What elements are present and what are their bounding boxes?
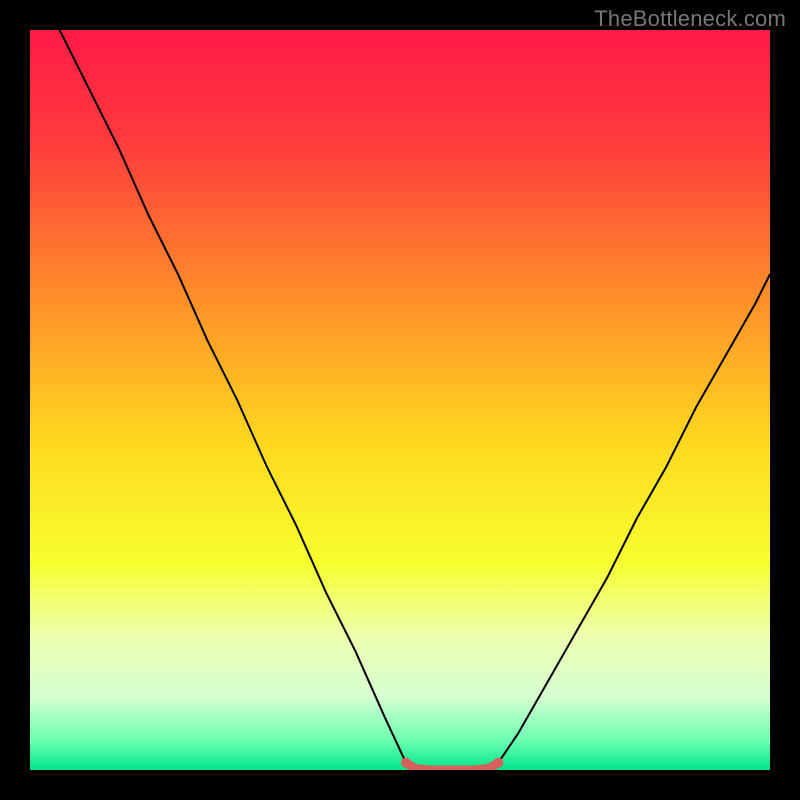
curve-right bbox=[498, 274, 770, 762]
flat-bottom-cap-left bbox=[401, 758, 411, 768]
chart-frame: TheBottleneck.com bbox=[0, 0, 800, 800]
curve-layer bbox=[30, 30, 770, 770]
watermark-text: TheBottleneck.com bbox=[594, 6, 786, 32]
flat-bottom-cap-right bbox=[493, 758, 503, 768]
flat-bottom-line bbox=[406, 763, 499, 770]
plot-area bbox=[30, 30, 770, 770]
curve-left bbox=[60, 30, 406, 763]
